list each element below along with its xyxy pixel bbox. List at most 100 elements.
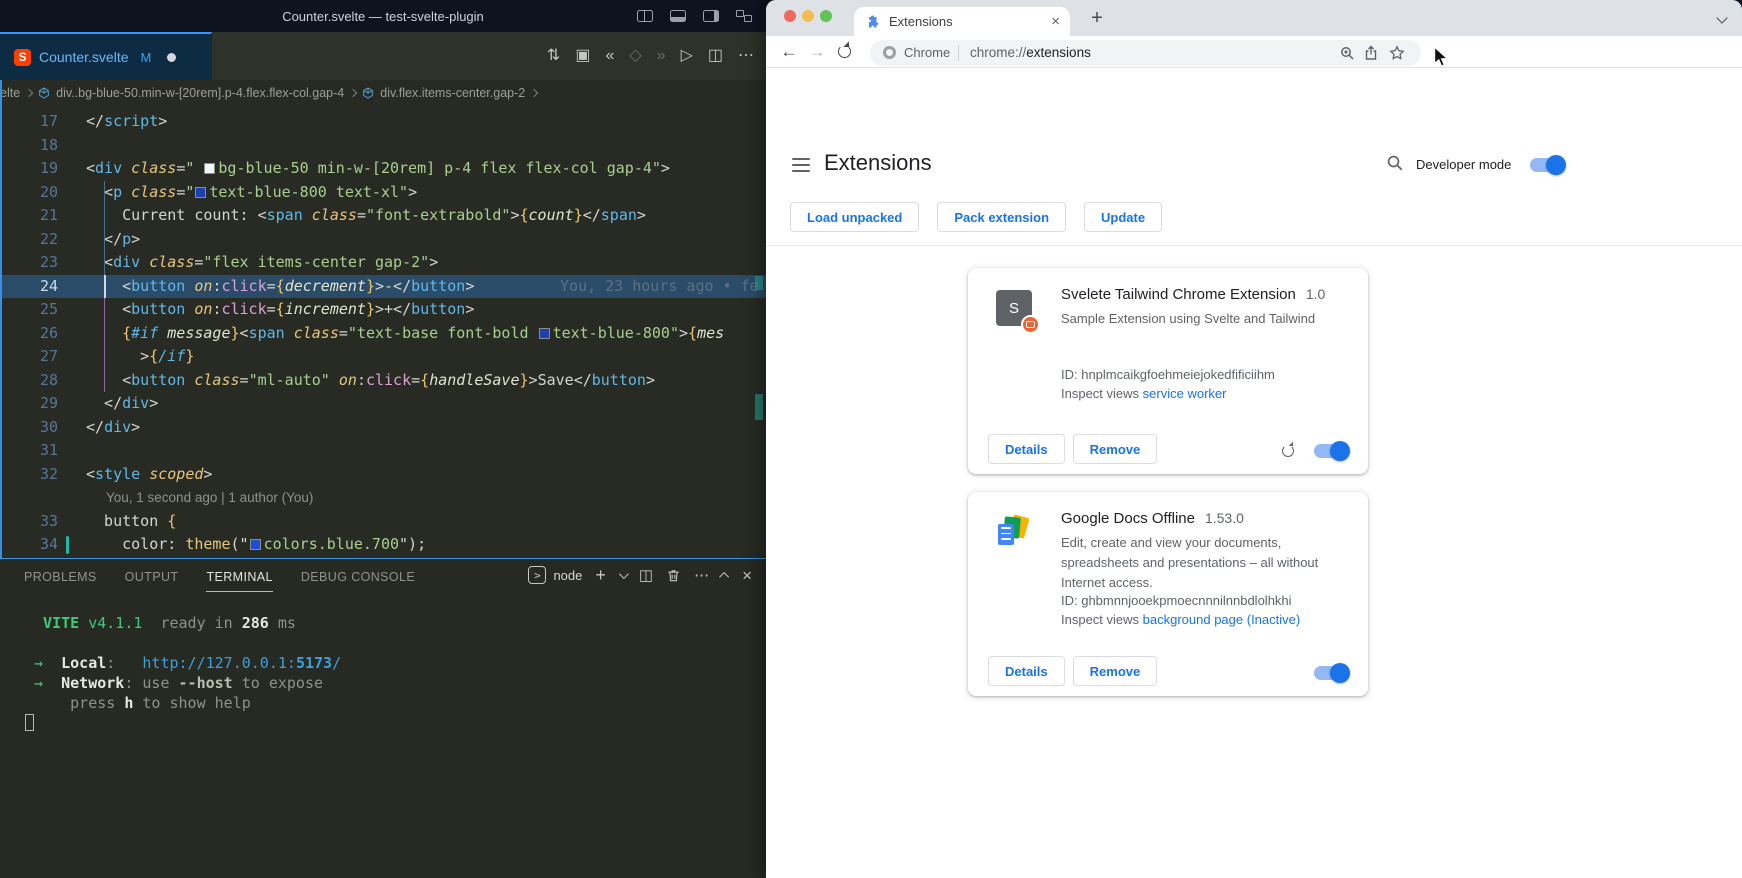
line-number: 33 <box>0 510 58 534</box>
color-swatch-icon <box>204 163 215 174</box>
svelte-extension-logo-icon: S <box>996 290 1032 326</box>
back-button[interactable]: ← <box>776 39 802 65</box>
panel-tab-terminal[interactable]: TERMINAL <box>206 570 272 584</box>
layout-customize-icon[interactable] <box>736 10 752 22</box>
inspect-views-link[interactable]: background page (Inactive) <box>1143 612 1301 627</box>
load-unpacked-button[interactable]: Load unpacked <box>790 202 919 232</box>
code-line: 32<style scoped> <box>0 463 766 487</box>
url-host: extensions <box>1026 45 1091 60</box>
forward-button[interactable]: → <box>804 39 830 65</box>
tab-dirty-dot-icon[interactable] <box>167 53 176 62</box>
modified-line-marker <box>66 536 69 554</box>
code-text: button { <box>86 512 176 530</box>
new-tab-button[interactable]: + <box>1084 5 1110 31</box>
update-button[interactable]: Update <box>1084 202 1162 232</box>
code-editor[interactable]: 17</script>1819<div class=" bg-blue-50 m… <box>0 106 766 558</box>
bookmark-star-icon[interactable] <box>1389 45 1405 61</box>
new-terminal-icon[interactable]: + <box>595 566 606 584</box>
reload-button[interactable] <box>838 45 851 58</box>
panel-tab-problems[interactable]: PROBLEMS <box>24 570 97 584</box>
main-menu-hamburger-icon[interactable] <box>792 158 810 172</box>
card-title-row: Google Docs Offline 1.53.0 <box>1061 510 1344 527</box>
tab-counter-svelte[interactable]: S Counter.svelte M <box>0 32 212 80</box>
line-number: 28 <box>0 369 58 393</box>
line-number: 21 <box>0 204 58 228</box>
layout-panel-icon[interactable] <box>670 10 686 22</box>
share-icon[interactable] <box>1363 45 1379 61</box>
terminal-output[interactable]: VITE v4.1.1 ready in 286 ms → Local: htt… <box>0 595 766 878</box>
line-number: 24 <box>0 275 58 299</box>
remove-button[interactable]: Remove <box>1073 656 1158 686</box>
address-bar[interactable]: Chrome chrome://extensions <box>870 40 1421 66</box>
panel-tab-debug-console[interactable]: DEBUG CONSOLE <box>301 570 415 584</box>
close-panel-icon[interactable]: × <box>742 567 752 584</box>
line-number: 29 <box>0 392 58 416</box>
split-editor-icon[interactable]: ◫ <box>708 48 723 64</box>
terminal-line: → Network: use --host to expose <box>25 673 766 693</box>
details-button[interactable]: Details <box>988 656 1065 686</box>
split-terminal-icon[interactable]: ◫ <box>639 568 653 583</box>
card-controls <box>1314 666 1348 680</box>
breadcrumb[interactable]: elte div..bg-blue-50.min-w-[20rem].p-4.fl… <box>0 80 766 106</box>
extension-enabled-toggle[interactable] <box>1314 444 1348 458</box>
run-icon[interactable]: ▷ <box>681 48 693 64</box>
code-line: 34 color: theme("colors.blue.700"); <box>0 533 766 557</box>
terminal-shell-label[interactable]: node <box>553 568 582 583</box>
code-line: 20 <p class="text-blue-800 text-xl"> <box>0 181 766 205</box>
inspect-views-link[interactable]: service worker <box>1143 386 1227 401</box>
panel-more-icon[interactable]: ⋯ <box>694 568 709 583</box>
nav-current-icon[interactable]: ◇ <box>629 48 641 64</box>
tab-close-icon[interactable]: × <box>1051 14 1060 29</box>
line-number: 20 <box>0 181 58 205</box>
nav-back-icon[interactable]: « <box>605 48 614 64</box>
code-line: 33 button { <box>0 510 766 534</box>
pack-extension-button[interactable]: Pack extension <box>937 202 1066 232</box>
reload-extension-icon[interactable] <box>1282 445 1294 457</box>
maximize-panel-icon[interactable] <box>719 571 729 581</box>
breadcrumb-segment[interactable]: elte <box>0 86 20 100</box>
zoom-window-button[interactable] <box>820 10 832 22</box>
breadcrumb-segment[interactable]: div.flex.items-center.gap-2 <box>380 86 525 100</box>
indent-guide <box>104 228 105 252</box>
breadcrumb-chevron-icon <box>349 89 357 97</box>
tab-search-chevron-icon[interactable] <box>1716 12 1727 23</box>
tab-label: Counter.svelte <box>39 49 129 65</box>
scrollbar-decoration <box>755 394 763 420</box>
zoom-icon[interactable] <box>1339 45 1355 61</box>
extensions-favicon-puzzle-icon <box>866 14 881 29</box>
developer-mode-toggle[interactable] <box>1530 158 1564 172</box>
layout-secondary-sidebar-icon[interactable] <box>703 10 719 22</box>
kill-terminal-trash-icon[interactable] <box>666 568 681 583</box>
tab-extensions[interactable]: Extensions × <box>854 7 1070 36</box>
terminal-picker-chevron-icon[interactable] <box>619 569 629 579</box>
open-changes-icon[interactable]: ▣ <box>575 48 590 64</box>
scrollbar-decoration <box>755 276 763 290</box>
terminal-shell-icon[interactable]: > <box>528 566 546 584</box>
nav-forward-icon[interactable]: » <box>657 48 666 64</box>
more-actions-icon[interactable]: ⋯ <box>738 48 754 64</box>
source-control-diff-icon[interactable]: ⇅ <box>547 48 560 64</box>
vscode-titlebar[interactable]: Counter.svelte — test-svelte-plugin <box>0 0 766 32</box>
extension-version: 1.53.0 <box>1205 510 1244 526</box>
line-number: 26 <box>0 322 58 346</box>
code-line: 18 <box>0 134 766 158</box>
remove-button[interactable]: Remove <box>1073 434 1158 464</box>
inspect-views-row: Inspect views service worker <box>1061 386 1344 401</box>
panel-tab-output[interactable]: OUTPUT <box>125 570 179 584</box>
code-line: 22 </p> <box>0 228 766 252</box>
extension-enabled-toggle[interactable] <box>1314 666 1348 680</box>
close-window-button[interactable] <box>784 10 796 22</box>
code-line: 26 {#if message}<span class="text-base f… <box>0 322 766 346</box>
code-text: <button class="ml-auto" on:click={handle… <box>86 371 655 389</box>
layout-sidebar-icon[interactable] <box>637 10 653 22</box>
color-swatch-icon <box>195 187 206 198</box>
chrome-tab-strip: Extensions × + <box>766 0 1742 36</box>
card-controls <box>1282 444 1348 458</box>
code-line: 31 <box>0 439 766 463</box>
search-icon[interactable] <box>1386 154 1404 172</box>
extension-name: Google Docs Offline <box>1061 510 1195 527</box>
details-button[interactable]: Details <box>988 434 1065 464</box>
breadcrumb-segment[interactable]: div..bg-blue-50.min-w-[20rem].p-4.flex.f… <box>56 86 344 100</box>
minimize-window-button[interactable] <box>802 10 814 22</box>
extension-description: Edit, create and view your documents, sp… <box>1061 533 1344 593</box>
